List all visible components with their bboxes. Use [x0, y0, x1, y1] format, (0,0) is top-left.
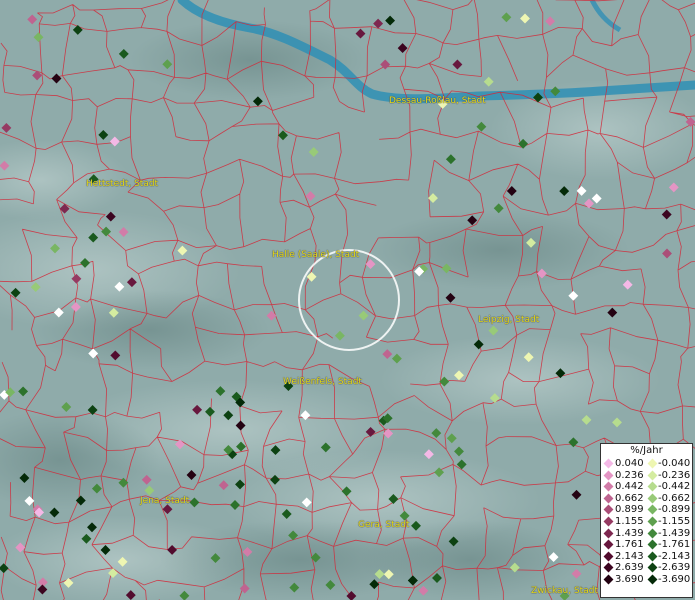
legend-swatch-negative [647, 493, 658, 504]
legend-value-positive: 0.040 [615, 458, 644, 469]
legend-swatch-negative [647, 504, 658, 515]
city-label-dessau: Dessau-Roßlau, Stadt [389, 96, 486, 106]
legend-value-negative: -0.662 [658, 492, 691, 504]
legend-value-positive: 3.690 [615, 573, 644, 585]
legend-swatch-positive [603, 574, 614, 585]
legend-row: 1.761 -1.761 [601, 539, 692, 551]
legend-value-negative: -0.442 [658, 481, 691, 493]
legend-swatch-positive [603, 562, 614, 573]
legend-row: 1.439 -1.439 [601, 528, 692, 540]
legend-swatch-negative [647, 458, 658, 469]
legend-row: 2.143 -2.143 [601, 551, 692, 563]
legend-value-positive: 0.899 [615, 504, 644, 516]
legend-swatch-negative [647, 562, 658, 573]
legend-value-positive: 1.155 [615, 515, 644, 527]
legend-value-positive: 1.761 [615, 539, 644, 551]
legend-row: 0.236 -0.236 [601, 470, 692, 482]
legend-swatch-positive [603, 481, 614, 492]
legend-swatch-negative [647, 481, 658, 492]
legend-value-negative: -1.761 [658, 539, 691, 551]
legend-swatch-positive [603, 516, 614, 527]
city-label-leipzig: Leipzig, Stadt [478, 315, 540, 325]
legend: %/Jahr 0.040 -0.040 0.236 -0.236 0.442 -0.442… [600, 443, 693, 598]
city-label-weissenfels: Weißenfels, Stadt [283, 377, 362, 387]
legend-value-positive: 2.143 [615, 550, 644, 562]
legend-value-positive: 1.439 [615, 527, 644, 539]
legend-value-negative: -0.899 [658, 504, 691, 516]
city-label-zwickau: Zwickau, Stadt [531, 586, 598, 596]
legend-value-negative: -0.236 [658, 469, 691, 481]
legend-swatch-negative [647, 539, 658, 550]
legend-value-positive: 2.639 [615, 562, 644, 574]
legend-swatch-negative [647, 551, 658, 562]
legend-value-positive: 0.662 [615, 492, 644, 504]
legend-value-negative: -2.639 [658, 562, 691, 574]
legend-row: 1.155 -1.155 [601, 516, 692, 528]
legend-swatch-positive [603, 493, 614, 504]
legend-title: %/Jahr [630, 445, 663, 456]
city-label-hettstedt: Hettstedt, Stadt [86, 179, 159, 189]
city-label-halle: Halle (Saale), Stadt [272, 250, 360, 260]
legend-swatch-negative [647, 516, 658, 527]
legend-swatch-positive [603, 458, 614, 469]
legend-value-negative: -3.690 [658, 573, 691, 585]
legend-row: 0.040 -0.040 [601, 458, 692, 470]
legend-row: 0.899 -0.899 [601, 504, 692, 516]
map-view[interactable]: Dessau-Roßlau, Stadt Hettstedt, Stadt Ha… [0, 0, 695, 600]
legend-swatch-positive [603, 504, 614, 515]
legend-value-positive: 0.236 [615, 469, 644, 481]
city-label-gera: Gera, Stadt [358, 520, 410, 530]
legend-swatch-positive [603, 551, 614, 562]
legend-row: 0.442 -0.442 [601, 481, 692, 493]
legend-value-negative: -1.439 [658, 527, 691, 539]
legend-value-negative: -2.143 [658, 550, 691, 562]
city-label-jena: Jena, Stadt [140, 496, 190, 506]
legend-value-positive: 0.442 [615, 481, 644, 493]
legend-row: 2.639 -2.639 [601, 562, 692, 574]
legend-row: 3.690 -3.690 [601, 574, 692, 586]
legend-value-negative: -1.155 [658, 515, 691, 527]
legend-swatch-negative [647, 470, 658, 481]
legend-swatch-negative [647, 528, 658, 539]
map-canvas [0, 0, 695, 600]
legend-swatch-positive [603, 470, 614, 481]
legend-swatch-negative [647, 574, 658, 585]
legend-value-negative: -0.040 [658, 458, 691, 469]
legend-rows: 0.040 -0.040 0.236 -0.236 0.442 -0.442 0.662 -0… [601, 458, 692, 586]
legend-row: 0.662 -0.662 [601, 493, 692, 505]
legend-swatch-positive [603, 528, 614, 539]
legend-swatch-positive [603, 539, 614, 550]
